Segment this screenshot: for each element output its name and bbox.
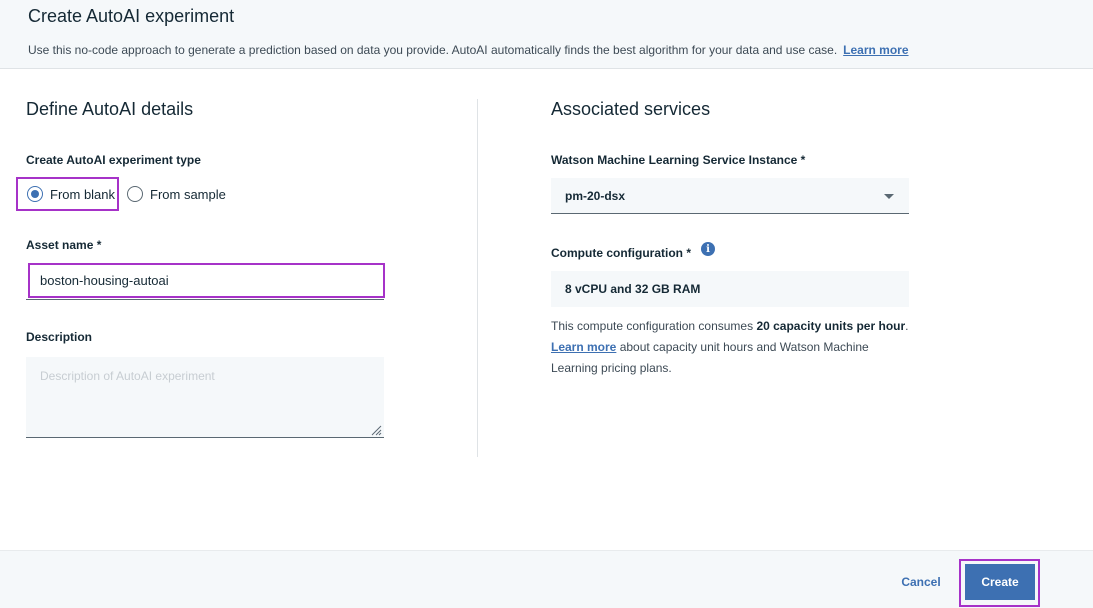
radio-from-blank[interactable]: From blank <box>27 186 115 202</box>
wml-instance-label: Watson Machine Learning Service Instance… <box>551 153 806 167</box>
compute-helper-text: This compute configuration consumes 20 c… <box>551 316 911 379</box>
helper-capacity-units: 20 capacity units per hour <box>756 319 906 333</box>
associated-services-heading: Associated services <box>551 99 711 119</box>
experiment-type-label: Create AutoAI experiment type <box>26 153 201 167</box>
info-icon[interactable]: i <box>701 242 715 256</box>
modal-header: Create AutoAI experiment Use this no-cod… <box>0 0 1093 69</box>
wml-instance-select[interactable]: pm-20-dsx <box>551 178 909 214</box>
radio-checked-icon <box>27 186 43 202</box>
chevron-down-icon <box>884 194 894 199</box>
radio-from-blank-label: From blank <box>50 186 116 202</box>
compute-config-label: Compute configuration * <box>551 246 691 260</box>
helper-prefix: This compute configuration consumes <box>551 319 757 333</box>
wml-instance-value: pm-20-dsx <box>565 188 626 203</box>
asset-name-label: Asset name * <box>26 238 102 252</box>
column-divider <box>477 99 478 457</box>
create-button[interactable]: Create <box>965 564 1035 600</box>
resize-grip-icon[interactable] <box>370 424 382 436</box>
modal-description: Use this no-code approach to generate a … <box>28 43 909 57</box>
header-learn-more-link[interactable]: Learn more <box>843 43 908 57</box>
description-label: Description <box>26 330 93 344</box>
radio-unchecked-icon <box>127 186 143 202</box>
define-details-heading: Define AutoAI details <box>26 99 194 119</box>
compute-config-value: 8 vCPU and 32 GB RAM <box>565 282 701 296</box>
cancel-button[interactable]: Cancel <box>886 568 956 596</box>
description-text: Use this no-code approach to generate a … <box>28 43 838 57</box>
compute-config-value-box: 8 vCPU and 32 GB RAM <box>551 271 909 307</box>
helper-mid: . <box>905 319 909 333</box>
description-textarea[interactable] <box>26 357 384 438</box>
helper-learn-more-link[interactable]: Learn more <box>551 340 616 354</box>
radio-from-sample[interactable]: From sample <box>127 186 226 202</box>
radio-from-sample-label: From sample <box>150 186 226 202</box>
modal-title: Create AutoAI experiment <box>28 6 235 26</box>
asset-name-highlight <box>28 263 385 298</box>
